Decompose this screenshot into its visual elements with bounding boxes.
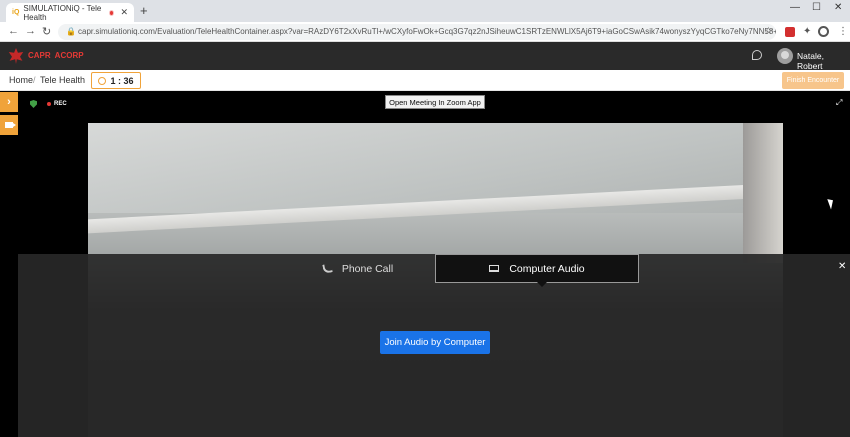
menu-icon[interactable]: ⋮ <box>838 26 848 37</box>
clock-icon <box>98 76 107 85</box>
shield-icon[interactable] <box>30 100 37 108</box>
lock-icon[interactable]: 🔒 <box>66 27 76 36</box>
join-audio-button[interactable]: Join Audio by Computer <box>380 331 490 354</box>
rec-indicator: REC <box>47 101 67 107</box>
tab-phone-call[interactable]: Phone Call <box>278 254 438 283</box>
breadcrumb: Home / Tele Health 1 : 36 Finish Encount… <box>0 70 850 91</box>
puzzle-icon[interactable]: ✦ <box>803 26 811 37</box>
tab-phone-call-label: Phone Call <box>341 262 394 275</box>
maple-leaf-icon <box>8 48 24 64</box>
tab-computer-audio[interactable]: Computer Audio <box>435 254 639 283</box>
close-icon[interactable]: ✕ <box>838 261 846 272</box>
new-tab-button[interactable]: + <box>140 3 148 18</box>
fullscreen-icon[interactable]: ⤢ <box>836 98 844 107</box>
expand-panel-button[interactable]: › <box>0 92 18 112</box>
star-icon[interactable]: ☆ <box>764 26 773 37</box>
browser-tab[interactable]: iQ SIMULATIONiQ - Tele Health ✕ <box>6 3 134 22</box>
breadcrumb-separator: / <box>33 75 36 85</box>
video-panel-button[interactable] <box>0 115 18 135</box>
encounter-timer: 1 : 36 <box>91 72 141 89</box>
favicon-icon: iQ <box>12 9 20 16</box>
address-bar: ← → ↻ capr.simulationiq.com/Evaluation/T… <box>0 22 850 42</box>
tab-computer-audio-label: Computer Audio <box>509 262 585 275</box>
chat-icon[interactable] <box>752 50 762 60</box>
tab-close-icon[interactable]: ✕ <box>120 7 128 18</box>
meeting-status: REC <box>30 100 67 108</box>
app-header: CAPR ACORP Natale, Robert <box>0 42 850 71</box>
window-close-icon[interactable]: ✕ <box>834 2 842 13</box>
breadcrumb-current: Tele Health <box>40 75 86 85</box>
join-audio-panel: Phone Call Computer Audio ✕ Join Audio b… <box>18 254 850 437</box>
timer-value: 1 : 36 <box>110 75 134 86</box>
minimize-icon[interactable]: — <box>790 2 800 13</box>
recording-indicator-icon <box>109 9 115 16</box>
logo-text-fr: ACORP <box>54 51 84 60</box>
breadcrumb-home[interactable]: Home <box>9 75 33 85</box>
browser-tab-strip: iQ SIMULATIONiQ - Tele Health ✕ + — ☐ ✕ <box>0 0 850 22</box>
video-wall <box>743 123 783 263</box>
user-name[interactable]: Natale, Robert <box>797 51 850 71</box>
chevron-right-icon: › <box>7 96 11 108</box>
back-icon[interactable]: ← <box>8 25 19 37</box>
finish-encounter-button[interactable]: Finish Encounter <box>782 72 844 89</box>
extension-icon[interactable] <box>785 27 795 37</box>
maximize-icon[interactable]: ☐ <box>812 2 821 13</box>
phone-icon <box>322 263 333 274</box>
camera-icon <box>5 122 16 128</box>
forward-icon[interactable]: → <box>25 25 36 37</box>
meeting-area: REC Open Meeting In Zoom App ⤢ Phone Cal… <box>18 92 850 437</box>
profile-icon[interactable] <box>818 26 829 37</box>
url-field[interactable]: capr.simulationiq.com/Evaluation/TeleHea… <box>58 24 776 40</box>
active-tab-caret <box>537 282 547 287</box>
capr-logo[interactable]: CAPR ACORP <box>8 45 120 67</box>
laptop-icon <box>489 265 500 272</box>
tab-title: SIMULATIONiQ - Tele Health <box>23 3 102 22</box>
reload-icon[interactable]: ↻ <box>42 25 51 38</box>
avatar[interactable] <box>777 48 793 64</box>
open-zoom-app-button[interactable]: Open Meeting In Zoom App <box>385 95 485 109</box>
logo-text-en: CAPR <box>28 51 51 60</box>
